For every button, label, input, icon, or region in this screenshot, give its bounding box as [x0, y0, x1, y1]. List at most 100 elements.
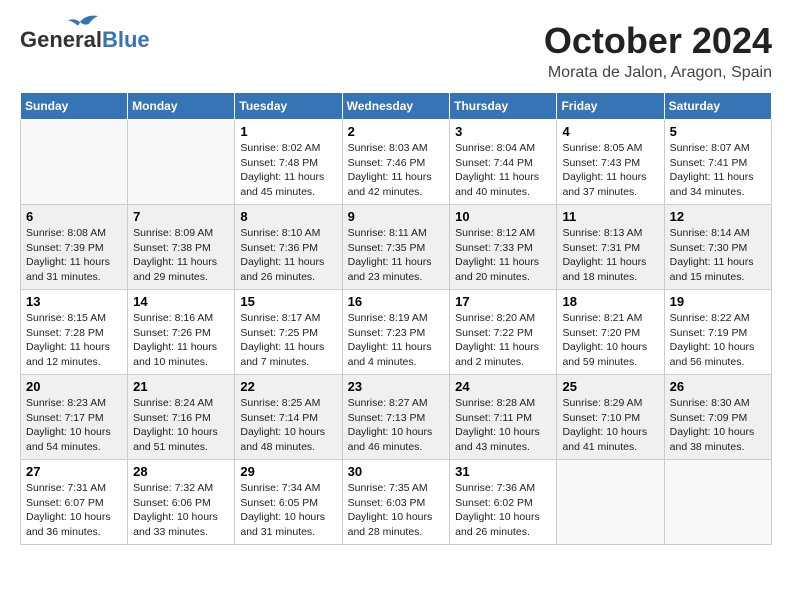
day-number: 1	[240, 124, 336, 139]
day-number: 14	[133, 294, 229, 309]
calendar-cell: 22 Sunrise: 8:25 AM Sunset: 7:14 PM Dayli…	[235, 375, 342, 460]
day-number: 6	[26, 209, 122, 224]
calendar-table: SundayMondayTuesdayWednesdayThursdayFrid…	[20, 92, 772, 545]
day-number: 18	[562, 294, 658, 309]
day-detail: Sunrise: 8:28 AM Sunset: 7:11 PM Dayligh…	[455, 396, 551, 455]
calendar-cell: 8 Sunrise: 8:10 AM Sunset: 7:36 PM Daylig…	[235, 205, 342, 290]
day-detail: Sunrise: 8:27 AM Sunset: 7:13 PM Dayligh…	[348, 396, 445, 455]
day-number: 23	[348, 379, 445, 394]
day-detail: Sunrise: 8:12 AM Sunset: 7:33 PM Dayligh…	[455, 226, 551, 285]
location-title: Morata de Jalon, Aragon, Spain	[544, 64, 772, 82]
day-detail: Sunrise: 8:09 AM Sunset: 7:38 PM Dayligh…	[133, 226, 229, 285]
day-number: 12	[670, 209, 766, 224]
day-detail: Sunrise: 8:05 AM Sunset: 7:43 PM Dayligh…	[562, 141, 658, 200]
calendar-week-row: 20 Sunrise: 8:23 AM Sunset: 7:17 PM Dayli…	[21, 375, 772, 460]
calendar-cell	[557, 460, 664, 545]
column-header-saturday: Saturday	[664, 93, 771, 120]
calendar-cell: 6Sunrise: 8:08 AM Sunset: 7:39 PM Daylig…	[21, 205, 128, 290]
calendar-cell: 12 Sunrise: 8:14 AM Sunset: 7:30 PM Dayli…	[664, 205, 771, 290]
calendar-cell	[664, 460, 771, 545]
calendar-cell: 15 Sunrise: 8:17 AM Sunset: 7:25 PM Dayli…	[235, 290, 342, 375]
calendar-cell: 11Sunrise: 8:13 AM Sunset: 7:31 PM Dayli…	[557, 205, 664, 290]
calendar-cell: 24Sunrise: 8:28 AM Sunset: 7:11 PM Dayli…	[450, 375, 557, 460]
calendar-cell	[21, 120, 128, 205]
day-number: 27	[26, 464, 122, 479]
day-detail: Sunrise: 8:21 AM Sunset: 7:20 PM Dayligh…	[562, 311, 658, 370]
day-detail: Sunrise: 7:31 AM Sunset: 6:07 PM Dayligh…	[26, 481, 122, 540]
day-number: 3	[455, 124, 551, 139]
calendar-cell: 18 Sunrise: 8:21 AM Sunset: 7:20 PM Dayli…	[557, 290, 664, 375]
day-detail: Sunrise: 8:17 AM Sunset: 7:25 PM Dayligh…	[240, 311, 336, 370]
calendar-cell: 4Sunrise: 8:05 AM Sunset: 7:43 PM Daylig…	[557, 120, 664, 205]
calendar-cell: 19 Sunrise: 8:22 AM Sunset: 7:19 PM Dayli…	[664, 290, 771, 375]
calendar-cell: 25Sunrise: 8:29 AM Sunset: 7:10 PM Dayli…	[557, 375, 664, 460]
calendar-cell: 29 Sunrise: 7:34 AM Sunset: 6:05 PM Dayli…	[235, 460, 342, 545]
day-detail: Sunrise: 8:14 AM Sunset: 7:30 PM Dayligh…	[670, 226, 766, 285]
logo-text-blue: Blue	[102, 27, 150, 53]
calendar-cell: 9 Sunrise: 8:11 AM Sunset: 7:35 PM Daylig…	[342, 205, 450, 290]
day-number: 8	[240, 209, 336, 224]
day-number: 5	[670, 124, 766, 139]
calendar-cell: 13 Sunrise: 8:15 AM Sunset: 7:28 PM Dayli…	[21, 290, 128, 375]
day-number: 26	[670, 379, 766, 394]
day-number: 19	[670, 294, 766, 309]
day-detail: Sunrise: 8:29 AM Sunset: 7:10 PM Dayligh…	[562, 396, 658, 455]
day-detail: Sunrise: 8:07 AM Sunset: 7:41 PM Dayligh…	[670, 141, 766, 200]
day-detail: Sunrise: 7:36 AM Sunset: 6:02 PM Dayligh…	[455, 481, 551, 540]
day-detail: Sunrise: 8:25 AM Sunset: 7:14 PM Dayligh…	[240, 396, 336, 455]
calendar-cell: 23 Sunrise: 8:27 AM Sunset: 7:13 PM Dayli…	[342, 375, 450, 460]
calendar-cell: 1 Sunrise: 8:02 AM Sunset: 7:48 PM Daylig…	[235, 120, 342, 205]
day-detail: Sunrise: 8:02 AM Sunset: 7:48 PM Dayligh…	[240, 141, 336, 200]
column-header-thursday: Thursday	[450, 93, 557, 120]
day-number: 10	[455, 209, 551, 224]
day-detail: Sunrise: 8:23 AM Sunset: 7:17 PM Dayligh…	[26, 396, 122, 455]
day-number: 17	[455, 294, 551, 309]
day-detail: Sunrise: 8:30 AM Sunset: 7:09 PM Dayligh…	[670, 396, 766, 455]
calendar-cell: 14 Sunrise: 8:16 AM Sunset: 7:26 PM Dayli…	[128, 290, 235, 375]
calendar-cell: 30 Sunrise: 7:35 AM Sunset: 6:03 PM Dayli…	[342, 460, 450, 545]
calendar-cell: 10 Sunrise: 8:12 AM Sunset: 7:33 PM Dayli…	[450, 205, 557, 290]
column-header-wednesday: Wednesday	[342, 93, 450, 120]
day-detail: Sunrise: 7:35 AM Sunset: 6:03 PM Dayligh…	[348, 481, 445, 540]
calendar-cell: 2Sunrise: 8:03 AM Sunset: 7:46 PM Daylig…	[342, 120, 450, 205]
day-detail: Sunrise: 8:10 AM Sunset: 7:36 PM Dayligh…	[240, 226, 336, 285]
calendar-cell	[128, 120, 235, 205]
calendar-cell: 26 Sunrise: 8:30 AM Sunset: 7:09 PM Dayli…	[664, 375, 771, 460]
day-detail: Sunrise: 8:11 AM Sunset: 7:35 PM Dayligh…	[348, 226, 445, 285]
day-detail: Sunrise: 8:22 AM Sunset: 7:19 PM Dayligh…	[670, 311, 766, 370]
calendar-cell: 27 Sunrise: 7:31 AM Sunset: 6:07 PM Dayli…	[21, 460, 128, 545]
day-number: 7	[133, 209, 229, 224]
calendar-cell: 28 Sunrise: 7:32 AM Sunset: 6:06 PM Dayli…	[128, 460, 235, 545]
month-title: October 2024	[544, 20, 772, 62]
day-number: 28	[133, 464, 229, 479]
calendar-week-row: 1 Sunrise: 8:02 AM Sunset: 7:48 PM Daylig…	[21, 120, 772, 205]
day-number: 13	[26, 294, 122, 309]
calendar-cell: 7 Sunrise: 8:09 AM Sunset: 7:38 PM Daylig…	[128, 205, 235, 290]
calendar-cell: 3 Sunrise: 8:04 AM Sunset: 7:44 PM Daylig…	[450, 120, 557, 205]
day-number: 22	[240, 379, 336, 394]
calendar-week-row: 6Sunrise: 8:08 AM Sunset: 7:39 PM Daylig…	[21, 205, 772, 290]
title-area: October 2024 Morata de Jalon, Aragon, Sp…	[544, 20, 772, 82]
calendar-cell: 31Sunrise: 7:36 AM Sunset: 6:02 PM Dayli…	[450, 460, 557, 545]
calendar-cell: 20 Sunrise: 8:23 AM Sunset: 7:17 PM Dayli…	[21, 375, 128, 460]
day-detail: Sunrise: 8:04 AM Sunset: 7:44 PM Dayligh…	[455, 141, 551, 200]
day-number: 30	[348, 464, 445, 479]
day-number: 11	[562, 209, 658, 224]
day-detail: Sunrise: 8:16 AM Sunset: 7:26 PM Dayligh…	[133, 311, 229, 370]
column-header-tuesday: Tuesday	[235, 93, 342, 120]
calendar-cell: 16Sunrise: 8:19 AM Sunset: 7:23 PM Dayli…	[342, 290, 450, 375]
logo-text-general: General	[20, 27, 102, 53]
day-detail: Sunrise: 8:03 AM Sunset: 7:46 PM Dayligh…	[348, 141, 445, 200]
day-number: 9	[348, 209, 445, 224]
day-detail: Sunrise: 7:32 AM Sunset: 6:06 PM Dayligh…	[133, 481, 229, 540]
calendar-header-row: SundayMondayTuesdayWednesdayThursdayFrid…	[21, 93, 772, 120]
day-number: 20	[26, 379, 122, 394]
day-number: 29	[240, 464, 336, 479]
day-detail: Sunrise: 7:34 AM Sunset: 6:05 PM Dayligh…	[240, 481, 336, 540]
day-number: 15	[240, 294, 336, 309]
day-detail: Sunrise: 8:24 AM Sunset: 7:16 PM Dayligh…	[133, 396, 229, 455]
day-number: 16	[348, 294, 445, 309]
day-detail: Sunrise: 8:15 AM Sunset: 7:28 PM Dayligh…	[26, 311, 122, 370]
calendar-cell: 17Sunrise: 8:20 AM Sunset: 7:22 PM Dayli…	[450, 290, 557, 375]
calendar-cell: 21Sunrise: 8:24 AM Sunset: 7:16 PM Dayli…	[128, 375, 235, 460]
